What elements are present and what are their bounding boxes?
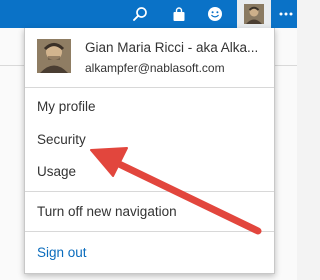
sign-out-link[interactable]: Sign out	[37, 245, 87, 260]
email-address: alkampfer@nablasoft.com	[85, 61, 225, 75]
separator	[25, 87, 274, 88]
avatar	[244, 4, 264, 24]
menu-item-security[interactable]: Security	[37, 132, 86, 147]
profile-picture	[37, 39, 71, 73]
search-icon[interactable]	[127, 0, 153, 28]
smiley-icon[interactable]	[203, 0, 227, 28]
menu-item-my-profile[interactable]: My profile	[37, 99, 96, 114]
account-menu: Gian Maria Ricci - aka Alka... alkampfer…	[24, 28, 275, 274]
menu-item-usage[interactable]: Usage	[37, 164, 76, 179]
separator	[25, 231, 274, 232]
separator	[25, 191, 274, 192]
menu-item-turn-off-new-navigation[interactable]: Turn off new navigation	[37, 204, 177, 219]
avatar-button[interactable]	[237, 0, 271, 28]
display-name: Gian Maria Ricci - aka Alka...	[85, 40, 259, 55]
shopping-bag-icon[interactable]	[168, 0, 190, 28]
top-nav-bar	[0, 0, 297, 28]
profile-header[interactable]: Gian Maria Ricci - aka Alka... alkampfer…	[25, 28, 274, 88]
more-icon[interactable]	[276, 0, 296, 28]
